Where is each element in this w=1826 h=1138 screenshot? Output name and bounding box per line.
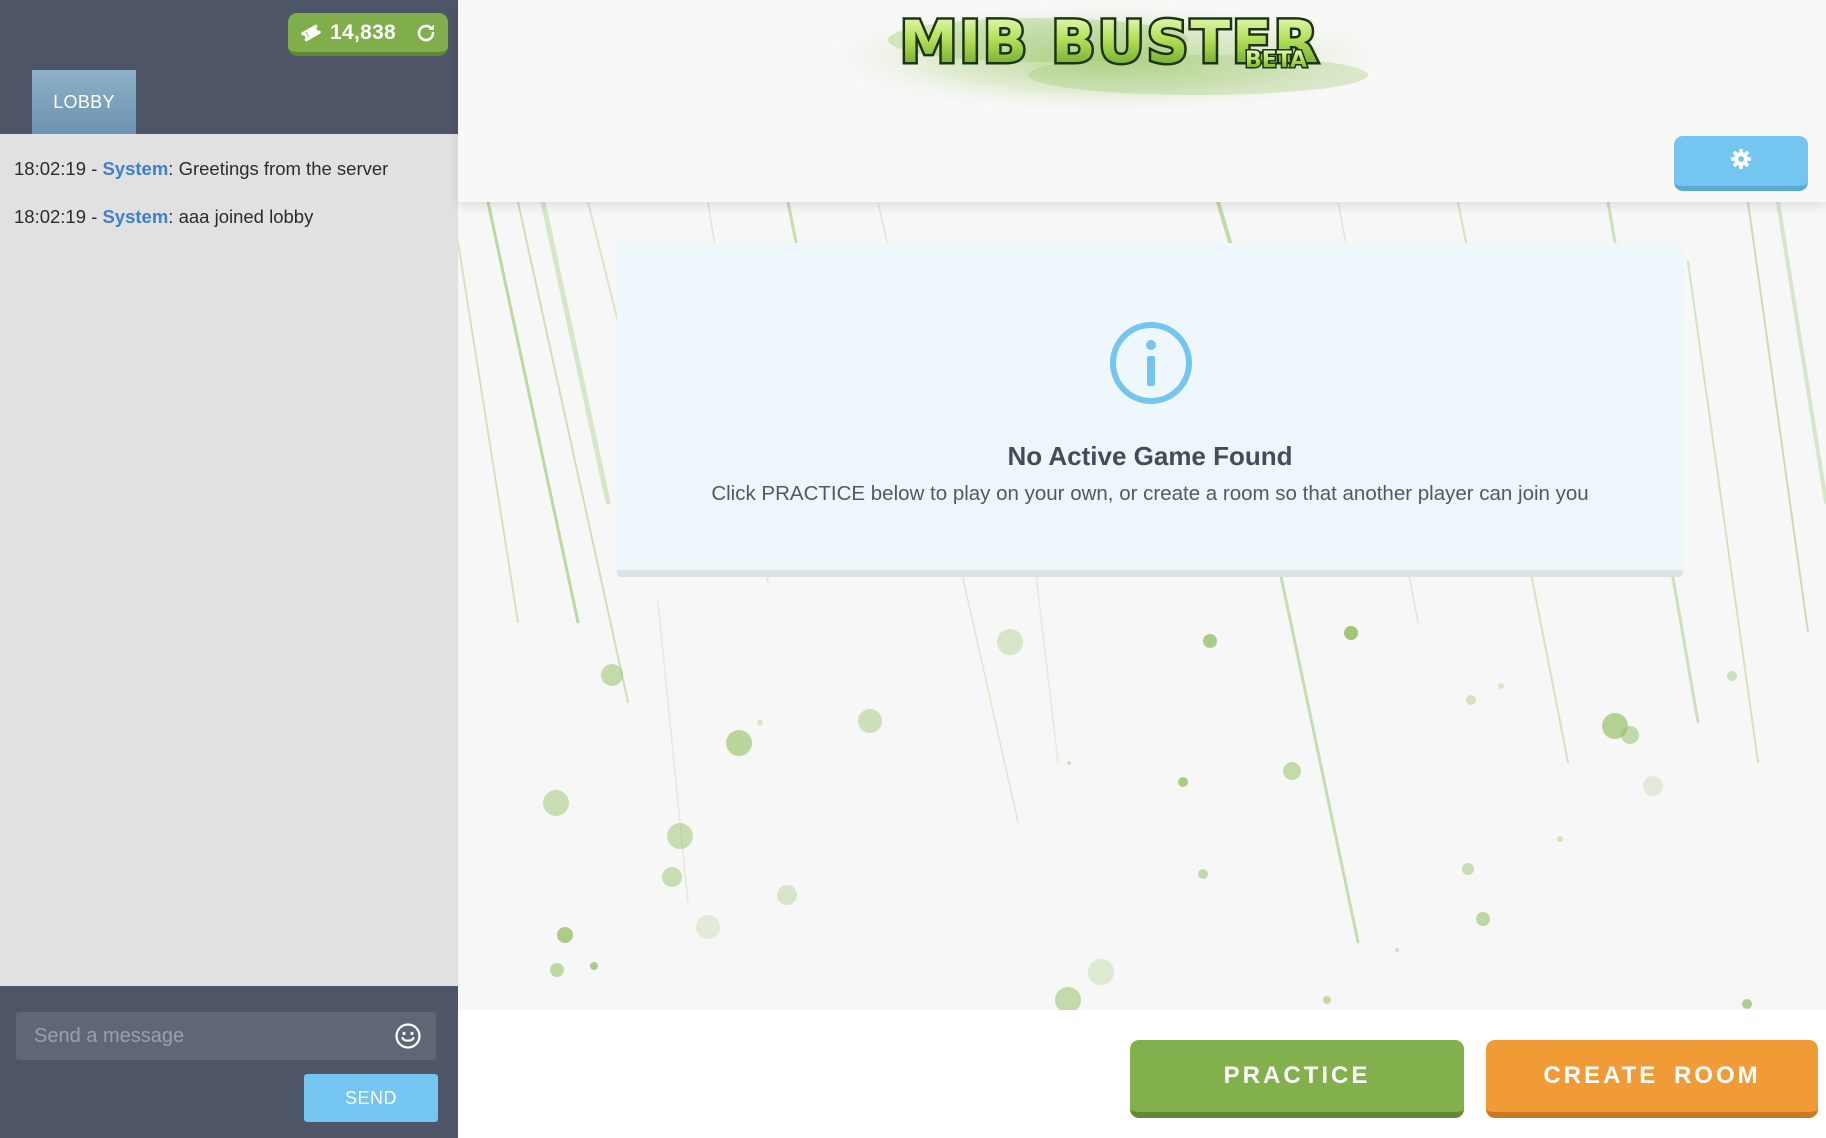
coins-value: 14,838	[330, 20, 397, 44]
settings-button[interactable]	[1674, 136, 1808, 191]
message-input-wrapper	[16, 1012, 436, 1060]
chat-sender[interactable]: System	[102, 206, 168, 227]
ticket-icon	[300, 22, 322, 44]
create-room-button[interactable]: CREATE ROOM	[1486, 1040, 1818, 1118]
chat-timestamp: 18:02:19	[14, 206, 87, 227]
info-icon	[1109, 321, 1193, 405]
refresh-icon[interactable]	[414, 21, 438, 45]
chat-text: : Greetings from the server	[168, 158, 389, 179]
game-main: MIB BUSTER BETA No Active Game Found Cli…	[458, 0, 1826, 1138]
chat-sidebar: 14,838 LOBBY 18:02:19 - System: Greeting…	[0, 0, 458, 1138]
tab-lobby[interactable]: LOBBY	[32, 70, 136, 134]
notice-text: Click PRACTICE below to play on your own…	[711, 482, 1589, 505]
game-logo: MIB BUSTER BETA	[798, 0, 1418, 122]
game-header: MIB BUSTER BETA	[458, 0, 1826, 202]
game-stage-background: No Active Game Found Click PRACTICE belo…	[458, 202, 1826, 1010]
chat-timestamp: 18:02:19	[14, 158, 87, 179]
chat-text: : aaa joined lobby	[168, 206, 314, 227]
chat-separator: -	[86, 158, 103, 179]
send-button[interactable]: SEND	[304, 1074, 438, 1122]
chat-sender[interactable]: System	[102, 158, 168, 179]
emoji-icon[interactable]	[394, 1022, 422, 1050]
chat-separator: -	[86, 206, 103, 227]
practice-button[interactable]: PRACTICE	[1130, 1040, 1464, 1118]
gear-icon	[1730, 148, 1752, 175]
notice-title: No Active Game Found	[1007, 441, 1293, 471]
sidebar-header: 14,838 LOBBY	[0, 0, 458, 134]
chat-log: 18:02:19 - System: Greetings from the se…	[0, 134, 458, 278]
chat-message: 18:02:19 - System: aaa joined lobby	[14, 206, 444, 228]
action-bar: PRACTICE CREATE ROOM	[458, 1010, 1826, 1138]
message-input[interactable]	[32, 1023, 394, 1049]
chat-message: 18:02:19 - System: Greetings from the se…	[14, 158, 444, 180]
logo-beta-badge: BETA	[1245, 48, 1307, 73]
chat-composer: SEND	[0, 986, 458, 1138]
no-game-notice: No Active Game Found Click PRACTICE belo…	[617, 243, 1683, 577]
coins-badge: 14,838	[288, 13, 448, 56]
